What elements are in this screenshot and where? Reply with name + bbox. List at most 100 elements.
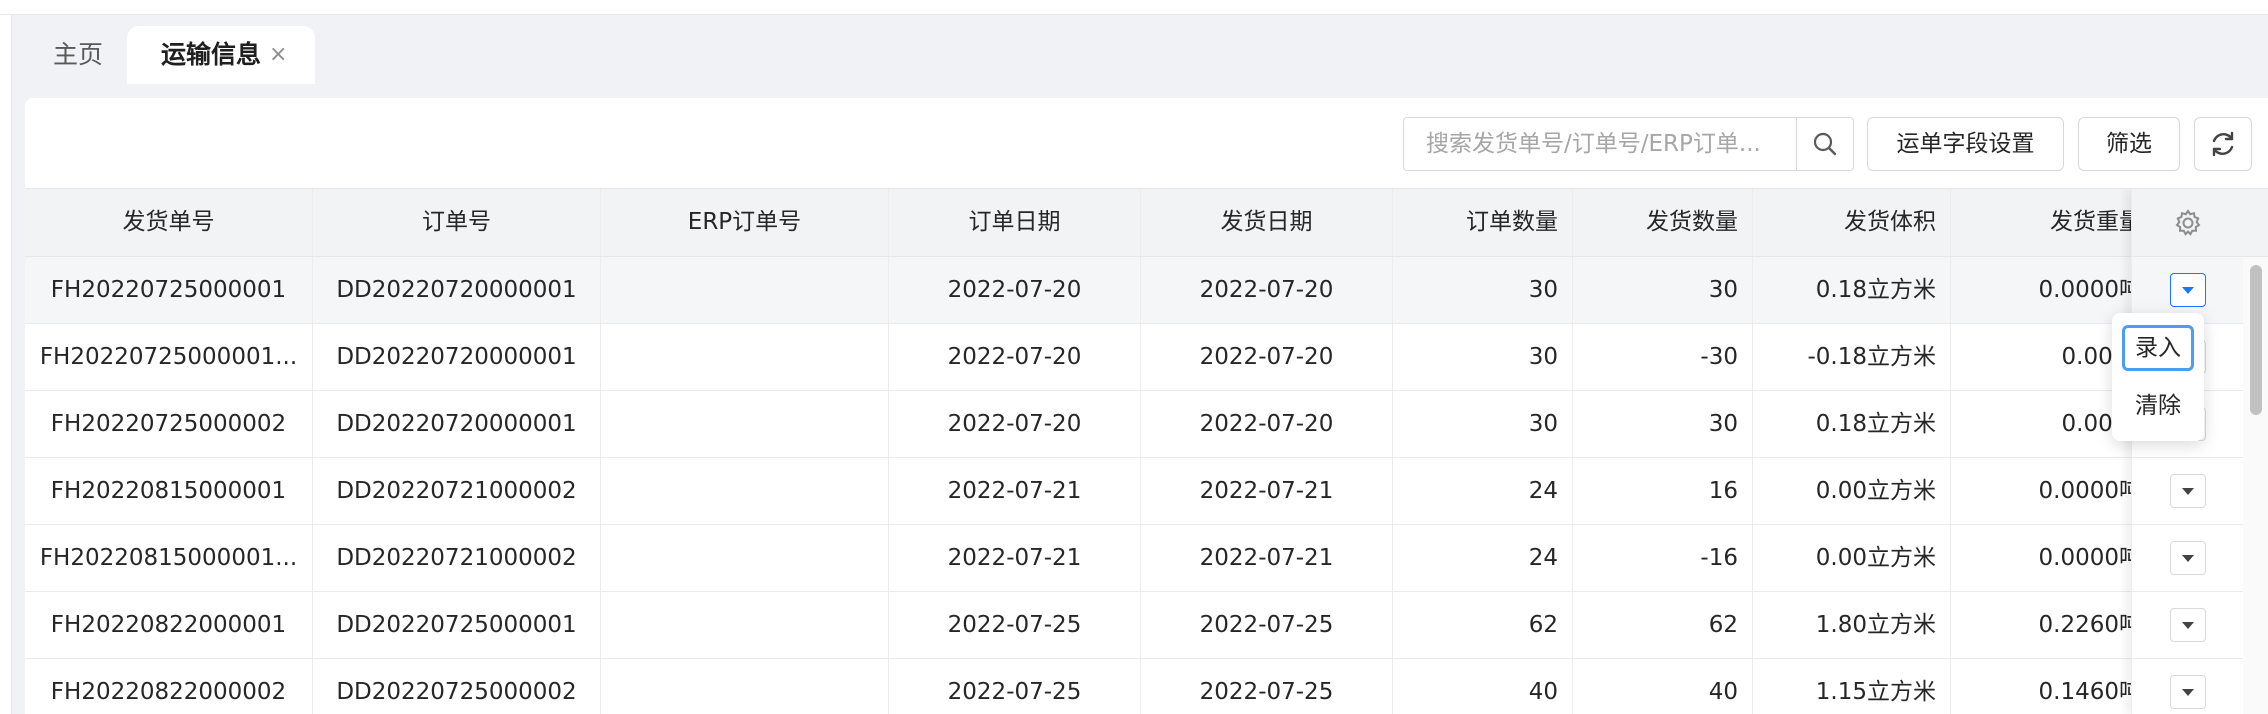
search-button[interactable] xyxy=(1796,117,1854,171)
cell-shipment-no: FH20220725000002 xyxy=(25,391,313,457)
cell-order-date: 2022-07-21 xyxy=(889,458,1141,524)
search-icon xyxy=(1813,132,1837,156)
table-row[interactable]: FH20220725000002 DD20220720000001 2022-0… xyxy=(25,391,2268,458)
cell-order-no: DD20220720000001 xyxy=(313,391,601,457)
cell-order-no: DD20220720000001 xyxy=(313,257,601,323)
cell-ship-date: 2022-07-20 xyxy=(1141,257,1393,323)
cell-ship-qty: -30 xyxy=(1573,324,1753,390)
row-action-cell xyxy=(2132,592,2244,659)
cell-order-no: DD20220720000001 xyxy=(313,324,601,390)
caret-down-icon xyxy=(2182,689,2194,696)
search-input[interactable]: 搜索发货单号/订单号/ERP订单... xyxy=(1403,117,1797,171)
column-header-ship-weight[interactable]: 发货重量 xyxy=(1951,189,2145,256)
cell-order-date: 2022-07-25 xyxy=(889,659,1141,714)
left-sidebar-edge xyxy=(0,15,12,714)
cell-order-qty: 30 xyxy=(1393,391,1573,457)
cell-order-qty: 24 xyxy=(1393,458,1573,524)
cell-ship-volume: 1.80立方米 xyxy=(1753,592,1951,658)
cell-ship-weight: 0.0000吨 xyxy=(1951,525,2145,591)
cell-shipment-no: FH20220815000001 xyxy=(25,458,313,524)
cell-ship-qty: 40 xyxy=(1573,659,1753,714)
cell-ship-qty: -16 xyxy=(1573,525,1753,591)
cell-shipment-no: FH20220725000001 xyxy=(25,257,313,323)
cell-erp-order-no xyxy=(601,257,889,323)
cell-ship-date: 2022-07-20 xyxy=(1141,324,1393,390)
cell-ship-qty: 62 xyxy=(1573,592,1753,658)
caret-down-icon xyxy=(2182,287,2194,294)
cell-order-date: 2022-07-20 xyxy=(889,324,1141,390)
column-header-order-no[interactable]: 订单号 xyxy=(313,189,601,256)
cell-ship-weight: 0.0000吨 xyxy=(1951,458,2145,524)
column-settings-button[interactable] xyxy=(2132,189,2244,257)
filter-button[interactable]: 筛选 xyxy=(2078,117,2180,171)
row-action-dropdown[interactable] xyxy=(2170,541,2206,575)
cell-erp-order-no xyxy=(601,391,889,457)
row-action-cell xyxy=(2132,458,2244,525)
row-action-dropdown[interactable] xyxy=(2170,608,2206,642)
column-header-shipment-no[interactable]: 发货单号 xyxy=(25,189,313,256)
menu-item-enter[interactable]: 录入 xyxy=(2122,325,2194,371)
cell-order-no: DD20220721000002 xyxy=(313,525,601,591)
row-action-dropdown[interactable] xyxy=(2170,273,2206,307)
cell-ship-date: 2022-07-20 xyxy=(1141,391,1393,457)
cell-ship-weight: 0.1460吨 xyxy=(1951,659,2145,714)
cell-order-date: 2022-07-21 xyxy=(889,525,1141,591)
column-header-ship-date[interactable]: 发货日期 xyxy=(1141,189,1393,256)
top-strip xyxy=(0,0,2268,15)
cell-ship-volume: 0.00立方米 xyxy=(1753,458,1951,524)
column-header-erp-order-no[interactable]: ERP订单号 xyxy=(601,189,889,256)
caret-down-icon xyxy=(2182,488,2194,495)
row-action-dropdown[interactable] xyxy=(2170,474,2206,508)
table-row[interactable]: FH20220725000001... DD20220720000001 202… xyxy=(25,324,2268,391)
cell-order-no: DD20220721000002 xyxy=(313,458,601,524)
waybill-field-settings-button[interactable]: 运单字段设置 xyxy=(1867,117,2064,171)
cell-order-qty: 30 xyxy=(1393,324,1573,390)
refresh-button[interactable] xyxy=(2194,117,2252,171)
cell-ship-qty: 16 xyxy=(1573,458,1753,524)
column-header-order-date[interactable]: 订单日期 xyxy=(889,189,1141,256)
search-placeholder: 搜索发货单号/订单号/ERP订单... xyxy=(1426,131,1761,157)
cell-order-qty: 40 xyxy=(1393,659,1573,714)
tab-home[interactable]: 主页 xyxy=(53,26,123,84)
cell-erp-order-no xyxy=(601,324,889,390)
cell-erp-order-no xyxy=(601,525,889,591)
cell-order-no: DD20220725000001 xyxy=(313,592,601,658)
refresh-icon xyxy=(2212,131,2234,157)
operation-column xyxy=(2131,189,2244,714)
cell-order-qty: 62 xyxy=(1393,592,1573,658)
table-header: 发货单号 订单号 ERP订单号 订单日期 发货日期 订单数量 发货数量 发货体积… xyxy=(25,189,2268,257)
row-action-cell xyxy=(2132,659,2244,714)
cell-order-date: 2022-07-25 xyxy=(889,592,1141,658)
caret-down-icon xyxy=(2182,622,2194,629)
caret-down-icon xyxy=(2182,555,2194,562)
table-row[interactable]: FH20220725000001 DD20220720000001 2022-0… xyxy=(25,257,2268,324)
column-header-order-qty[interactable]: 订单数量 xyxy=(1393,189,1573,256)
column-header-ship-volume[interactable]: 发货体积 xyxy=(1753,189,1951,256)
row-action-cell xyxy=(2132,525,2244,592)
table-row[interactable]: FH20220822000002 DD20220725000002 2022-0… xyxy=(25,659,2268,714)
row-action-menu: 录入 清除 xyxy=(2112,313,2204,441)
cell-ship-weight: 0.2260吨 xyxy=(1951,592,2145,658)
scrollbar-thumb[interactable] xyxy=(2250,265,2262,415)
column-header-ship-qty[interactable]: 发货数量 xyxy=(1573,189,1753,256)
cell-ship-date: 2022-07-21 xyxy=(1141,458,1393,524)
tab-transport-info[interactable]: 运输信息 × xyxy=(127,26,315,84)
vertical-scrollbar[interactable] xyxy=(2243,257,2268,714)
tab-bar: 主页 运输信息 × xyxy=(13,16,2268,84)
table-row[interactable]: FH20220815000001... DD20220721000002 202… xyxy=(25,525,2268,592)
table-row[interactable]: FH20220822000001 DD20220725000001 2022-0… xyxy=(25,592,2268,659)
table-row[interactable]: FH20220815000001 DD20220721000002 2022-0… xyxy=(25,458,2268,525)
cell-erp-order-no xyxy=(601,659,889,714)
cell-ship-volume: -0.18立方米 xyxy=(1753,324,1951,390)
cell-shipment-no: FH20220725000001... xyxy=(25,324,313,390)
cell-erp-order-no xyxy=(601,458,889,524)
cell-ship-date: 2022-07-21 xyxy=(1141,525,1393,591)
cell-ship-date: 2022-07-25 xyxy=(1141,659,1393,714)
cell-ship-qty: 30 xyxy=(1573,257,1753,323)
shipment-table: 发货单号 订单号 ERP订单号 订单日期 发货日期 订单数量 发货数量 发货体积… xyxy=(25,188,2268,714)
cell-shipment-no: FH20220822000001 xyxy=(25,592,313,658)
row-action-dropdown[interactable] xyxy=(2170,675,2206,709)
cell-ship-volume: 0.18立方米 xyxy=(1753,391,1951,457)
menu-item-clear[interactable]: 清除 xyxy=(2122,383,2194,429)
close-icon[interactable]: × xyxy=(269,26,287,84)
